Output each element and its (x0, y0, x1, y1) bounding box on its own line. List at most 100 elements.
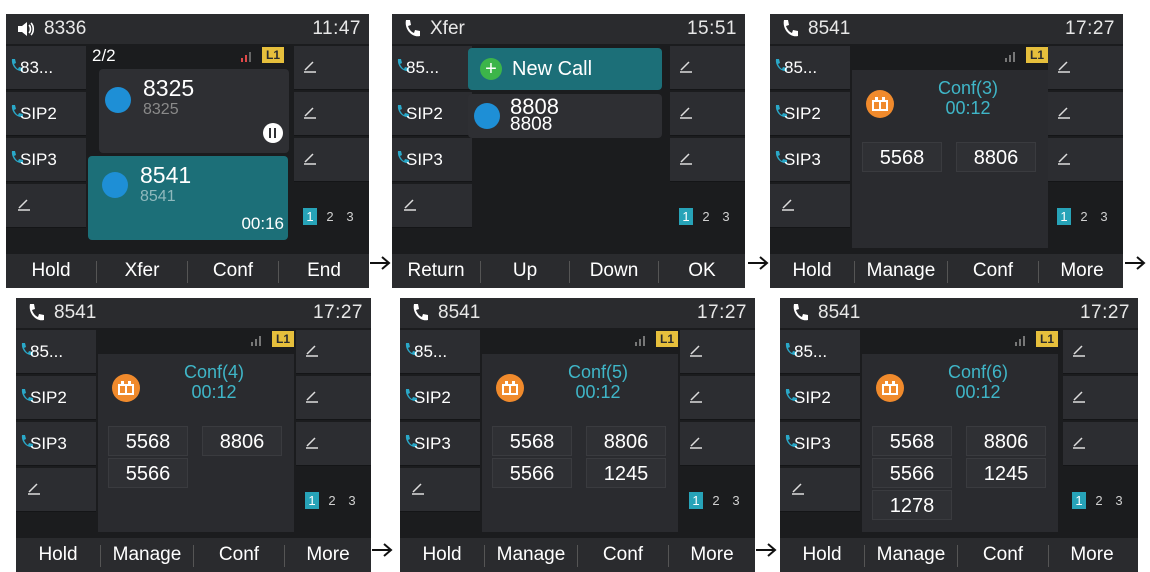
hold-button[interactable]: Hold (16, 538, 100, 572)
held-call-card[interactable]: 8325 8325 (99, 69, 289, 153)
up-button[interactable]: Up (481, 254, 569, 288)
line-key-7[interactable] (1048, 138, 1123, 182)
conference-member[interactable]: 5568 (862, 142, 942, 172)
line-key-1[interactable]: 85... (780, 330, 860, 374)
page-3[interactable]: 3 (345, 492, 359, 509)
line-key-5[interactable] (1063, 330, 1138, 374)
line-key-6[interactable] (1063, 376, 1138, 420)
conf-button[interactable]: Conf (948, 254, 1038, 288)
conference-panel[interactable]: Conf(5) 00:12 5568 8806 5566 1245 (482, 354, 678, 532)
page-3[interactable]: 3 (1112, 492, 1126, 509)
page-2[interactable]: 2 (1092, 492, 1106, 509)
manage-button[interactable]: Manage (101, 538, 193, 572)
line-key-1[interactable]: 85... (770, 46, 850, 90)
line-key-3[interactable]: SIP3 (770, 138, 850, 182)
manage-button[interactable]: Manage (485, 538, 577, 572)
line-key-7[interactable] (670, 138, 745, 182)
line-key-3[interactable]: SIP3 (16, 422, 96, 466)
line-key-5[interactable] (296, 330, 371, 374)
manage-button[interactable]: Manage (865, 538, 957, 572)
page-2[interactable]: 2 (699, 208, 713, 225)
hold-button[interactable]: Hold (400, 538, 484, 572)
hold-button[interactable]: Hold (770, 254, 854, 288)
line-key-3[interactable]: SIP3 (400, 422, 480, 466)
line-key-2[interactable]: SIP2 (400, 376, 480, 420)
line-key-1[interactable]: 85... (392, 46, 472, 90)
more-button[interactable]: More (1049, 538, 1135, 572)
conference-member[interactable]: 8806 (956, 142, 1036, 172)
conference-member[interactable]: 1245 (586, 458, 666, 488)
line-key-4[interactable] (400, 468, 480, 512)
more-button[interactable]: More (285, 538, 371, 572)
conf-button[interactable]: Conf (578, 538, 668, 572)
conference-member[interactable]: 5566 (108, 458, 188, 488)
line-key-3[interactable]: SIP3 (6, 138, 86, 182)
line-key-1[interactable]: 85... (16, 330, 96, 374)
return-button[interactable]: Return (392, 254, 480, 288)
hold-button[interactable]: Hold (780, 538, 864, 572)
line-key-6[interactable] (1048, 92, 1123, 136)
page-3[interactable]: 3 (1097, 208, 1111, 225)
line-key-6[interactable] (670, 92, 745, 136)
line-key-5[interactable] (1048, 46, 1123, 90)
manage-button[interactable]: Manage (855, 254, 947, 288)
conference-panel[interactable]: Conf(4) 00:12 5568 8806 5566 (98, 354, 294, 532)
line-key-5[interactable] (670, 46, 745, 90)
line-key-4[interactable] (780, 468, 860, 512)
page-1[interactable]: 1 (1057, 208, 1071, 225)
contact-item[interactable]: 8808 8808 (468, 94, 662, 138)
line-key-2[interactable]: SIP2 (392, 92, 472, 136)
page-1[interactable]: 1 (1072, 492, 1086, 509)
line-key-7[interactable] (296, 422, 371, 466)
conference-member[interactable]: 5568 (108, 426, 188, 456)
line-key-6[interactable] (294, 92, 369, 136)
conf-button[interactable]: Conf (958, 538, 1048, 572)
page-3[interactable]: 3 (729, 492, 743, 509)
line-key-5[interactable] (680, 330, 755, 374)
line-key-4[interactable] (6, 184, 86, 228)
line-key-3[interactable]: SIP3 (780, 422, 860, 466)
conference-member[interactable]: 5566 (872, 458, 952, 488)
page-2[interactable]: 2 (323, 208, 337, 225)
line-key-4[interactable] (16, 468, 96, 512)
page-2[interactable]: 2 (325, 492, 339, 509)
line-key-6[interactable] (680, 376, 755, 420)
line-key-3[interactable]: SIP3 (392, 138, 472, 182)
hold-button[interactable]: Hold (6, 254, 96, 288)
line-key-4[interactable] (392, 184, 472, 228)
page-2[interactable]: 2 (1077, 208, 1091, 225)
line-key-6[interactable] (296, 376, 371, 420)
line-key-7[interactable] (1063, 422, 1138, 466)
conference-member[interactable]: 5566 (492, 458, 572, 488)
conf-button[interactable]: Conf (188, 254, 278, 288)
line-key-7[interactable] (294, 138, 369, 182)
page-1[interactable]: 1 (303, 208, 317, 225)
conference-panel[interactable]: Conf(3) 00:12 5568 8806 (852, 70, 1048, 248)
line-key-1[interactable]: 83... (6, 46, 86, 90)
end-button[interactable]: End (279, 254, 369, 288)
page-3[interactable]: 3 (343, 208, 357, 225)
conference-member[interactable]: 8806 (586, 426, 666, 456)
conference-panel[interactable]: Conf(6) 00:12 5568 8806 5566 1245 1278 (862, 354, 1058, 532)
conference-member[interactable]: 5568 (492, 426, 572, 456)
page-2[interactable]: 2 (709, 492, 723, 509)
ok-button[interactable]: OK (659, 254, 745, 288)
line-key-2[interactable]: SIP2 (780, 376, 860, 420)
line-key-2[interactable]: SIP2 (16, 376, 96, 420)
page-1[interactable]: 1 (679, 208, 693, 225)
line-key-1[interactable]: 85... (400, 330, 480, 374)
xfer-button[interactable]: Xfer (97, 254, 187, 288)
active-call-card[interactable]: 8541 8541 00:16 (88, 156, 288, 240)
page-1[interactable]: 1 (305, 492, 319, 509)
conference-member[interactable]: 1278 (872, 490, 952, 520)
more-button[interactable]: More (669, 538, 755, 572)
conf-button[interactable]: Conf (194, 538, 284, 572)
line-key-2[interactable]: SIP2 (770, 92, 850, 136)
down-button[interactable]: Down (570, 254, 658, 288)
line-key-2[interactable]: SIP2 (6, 92, 86, 136)
line-key-4[interactable] (770, 184, 850, 228)
page-1[interactable]: 1 (689, 492, 703, 509)
conference-member[interactable]: 1245 (966, 458, 1046, 488)
new-call-item[interactable]: + New Call (468, 48, 662, 90)
conference-member[interactable]: 8806 (966, 426, 1046, 456)
